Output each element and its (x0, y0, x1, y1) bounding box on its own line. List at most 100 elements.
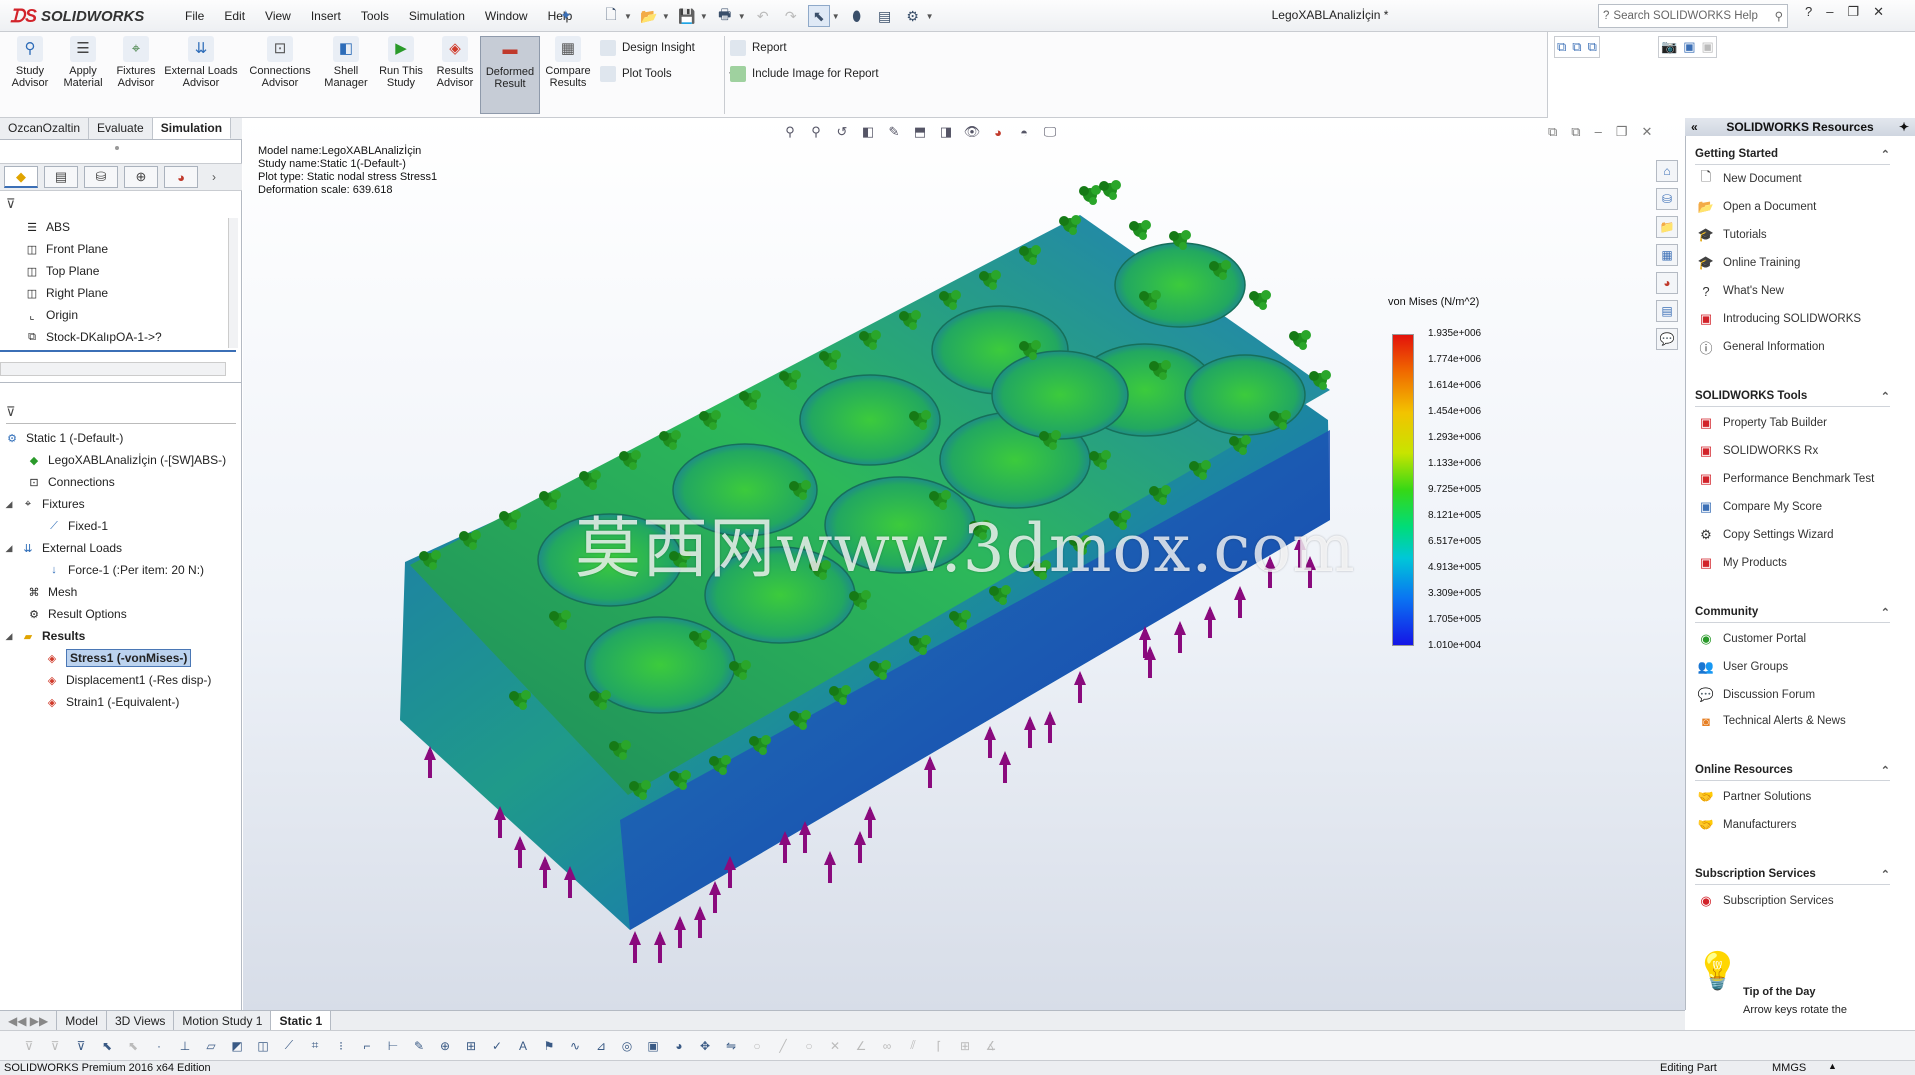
section-getting-started[interactable]: Getting Started ⌃ (1695, 148, 1890, 165)
graph-icon[interactable]: ⊿ (592, 1037, 610, 1055)
tree-item-external-loads[interactable]: ◢ ⇊ External Loads (4, 537, 123, 559)
section-view-icon[interactable]: ◧ (858, 122, 878, 142)
grip-dot[interactable] (115, 146, 119, 150)
tree-item-study[interactable]: ⚙ Static 1 (-Default-) (4, 427, 123, 449)
annotation-icon[interactable]: ✎ (410, 1037, 428, 1055)
whats-new-link[interactable]: ? What's New (1697, 282, 1784, 300)
copy-settings-wizard-link[interactable]: ⚙ Copy Settings Wizard (1697, 526, 1833, 544)
discussion-forum-link[interactable]: 💬 Discussion Forum (1697, 686, 1815, 704)
chevron-down-icon[interactable]: ▼ (624, 12, 632, 21)
tab-static-1[interactable]: Static 1 (271, 1010, 332, 1031)
tutorials-link[interactable]: 🎓 Tutorials (1697, 226, 1767, 244)
tree-scrollbar[interactable] (228, 218, 238, 348)
line-icon[interactable]: ╱ (774, 1037, 792, 1055)
select-icon[interactable]: ⬉ (807, 5, 830, 27)
menu-edit[interactable]: Edit (214, 9, 255, 23)
minimize-icon[interactable]: – (1826, 4, 1833, 20)
home-icon[interactable]: ⌂ (1656, 160, 1678, 182)
edge-icon[interactable]: ⟋ (280, 1037, 298, 1055)
tab-ozcanozaltin[interactable]: OzcanOzaltin (0, 118, 90, 139)
tree-item-mesh[interactable]: ⌘ Mesh (26, 581, 78, 603)
tree-item-fixed[interactable]: ⟋ Fixed-1 (46, 515, 108, 537)
color-icon[interactable]: ◕ (670, 1037, 688, 1055)
chevron-up-icon[interactable]: ▲ (1828, 1061, 1837, 1071)
surface-icon[interactable]: ◩ (228, 1037, 246, 1055)
online-training-link[interactable]: 🎓 Online Training (1697, 254, 1800, 272)
tab-model[interactable]: Model (57, 1010, 107, 1031)
display-style-icon[interactable]: ◨ (936, 122, 956, 142)
close-icon[interactable]: ✕ (1873, 4, 1884, 20)
chevron-down-icon[interactable]: ▼ (662, 12, 670, 21)
section-online-resources[interactable]: Online Resources ⌃ (1695, 764, 1890, 781)
body-icon[interactable]: ◫ (254, 1037, 272, 1055)
sketch-segment-icon[interactable]: ⌐ (358, 1037, 376, 1055)
corner-icon[interactable]: ⌈ (930, 1037, 948, 1055)
view-icon[interactable]: ⧉ (1557, 39, 1566, 55)
tab-3d-views[interactable]: 3D Views (107, 1010, 175, 1031)
measure-icon[interactable]: ⊞ (462, 1037, 480, 1055)
external-loads-button[interactable]: ⇊ External Loads Advisor (164, 36, 238, 114)
redo-icon[interactable]: ↷ (780, 5, 802, 27)
stress-legend[interactable]: von Mises (N/m^2) 1.935e+006 1.774e+006 … (1388, 296, 1481, 651)
manufacturers-link[interactable]: 🤝 Manufacturers (1697, 816, 1797, 834)
apply-scene-icon[interactable]: ◓ (1014, 122, 1034, 142)
filter-icon[interactable]: ⊽ (20, 1037, 38, 1055)
chevron-up-icon[interactable]: ⌃ (1881, 390, 1890, 403)
file-explorer-icon[interactable]: 📁 (1656, 216, 1678, 238)
view-icon[interactable]: ⧉ (1588, 39, 1597, 55)
menu-file[interactable]: File (175, 9, 214, 23)
previous-view-icon[interactable]: ↺ (832, 122, 852, 142)
solidworks-rx-link[interactable]: ▣ SOLIDWORKS Rx (1697, 442, 1818, 460)
filter-field[interactable] (6, 402, 236, 424)
plot-tools-button[interactable]: Plot Tools ▼ (600, 66, 736, 82)
select-icon[interactable]: ⬉ (124, 1037, 142, 1055)
hide-show-icon[interactable]: 👁 (962, 122, 982, 142)
collapse-icon[interactable]: ◢ (4, 499, 14, 510)
collapse-icon[interactable]: ◢ (4, 543, 14, 554)
tree-item-origin[interactable]: ⌞ Origin (24, 304, 78, 326)
filter-icon[interactable]: ⊽ (72, 1037, 90, 1055)
angle-icon[interactable]: ∠ (852, 1037, 870, 1055)
customer-portal-link[interactable]: ◉ Customer Portal (1697, 630, 1806, 648)
section-solidworks-tools[interactable]: SOLIDWORKS Tools ⌃ (1695, 390, 1890, 407)
fixtures-advisor-button[interactable]: ⌖ Fixtures Advisor (110, 36, 162, 114)
open-document-link[interactable]: 📂 Open a Document (1697, 198, 1816, 216)
tree-item-displacement[interactable]: ◈ Displacement1 (-Res disp-) (44, 669, 212, 691)
probe-icon[interactable]: ◎ (618, 1037, 636, 1055)
tree-item-stock[interactable]: ⧉ Stock-DKalıpOA-1->? (24, 326, 162, 348)
display-manager-tab-icon[interactable]: ◕ (164, 166, 198, 188)
custom-properties-icon[interactable]: ▤ (1656, 300, 1678, 322)
compare-results-button[interactable]: ▦ Compare Results (544, 36, 592, 114)
sketch-point-icon[interactable]: ⁝ (332, 1037, 350, 1055)
include-image-button[interactable]: Include Image for Report (730, 66, 879, 82)
tab-evaluate[interactable]: Evaluate (89, 118, 153, 139)
search-help-field[interactable]: ? Search SOLIDWORKS Help ⚲ (1598, 4, 1788, 28)
chevron-up-icon[interactable]: ⌃ (1881, 764, 1890, 777)
deformed-result-button[interactable]: ▬ Deformed Result (480, 36, 540, 114)
section-community[interactable]: Community ⌃ (1695, 606, 1890, 623)
chevron-down-icon[interactable]: ▼ (738, 12, 746, 21)
new-icon[interactable]: 🗋 (600, 5, 622, 27)
tree-item-connections[interactable]: ⊡ Connections (26, 471, 114, 493)
image-icon[interactable]: ▣ (644, 1037, 662, 1055)
menu-tools[interactable]: Tools (351, 9, 399, 23)
circle-icon[interactable]: ○ (748, 1037, 766, 1055)
print-icon[interactable]: 🖶 (714, 5, 736, 27)
zoom-area-icon[interactable]: ⚲ (806, 122, 826, 142)
shell-manager-button[interactable]: ◧ Shell Manager (320, 36, 372, 114)
appearances-icon[interactable]: ◕ (1656, 272, 1678, 294)
save-icon[interactable]: 💾 (676, 5, 698, 27)
tip-of-the-day[interactable]: 💡 Tip of the Day Arrow keys rotate the (1695, 950, 1895, 1016)
filter-icon[interactable]: ⊽ (6, 196, 16, 212)
undo-icon[interactable]: ↶ (752, 5, 774, 27)
tab-simulation[interactable]: Simulation (152, 118, 232, 139)
chart-icon[interactable]: ∿ (566, 1037, 584, 1055)
text-icon[interactable]: A (514, 1037, 532, 1055)
minimize-icon[interactable]: – (1595, 124, 1602, 140)
tree-item-top-plane[interactable]: ◫ Top Plane (24, 260, 100, 282)
tree-item-fixtures[interactable]: ◢ ⌖ Fixtures (4, 493, 85, 515)
open-icon[interactable]: 📂 (638, 5, 660, 27)
pin-icon[interactable]: ✦ (560, 7, 572, 24)
design-insight-button[interactable]: Design Insight (600, 40, 695, 56)
weld-icon[interactable]: ⚑ (540, 1037, 558, 1055)
